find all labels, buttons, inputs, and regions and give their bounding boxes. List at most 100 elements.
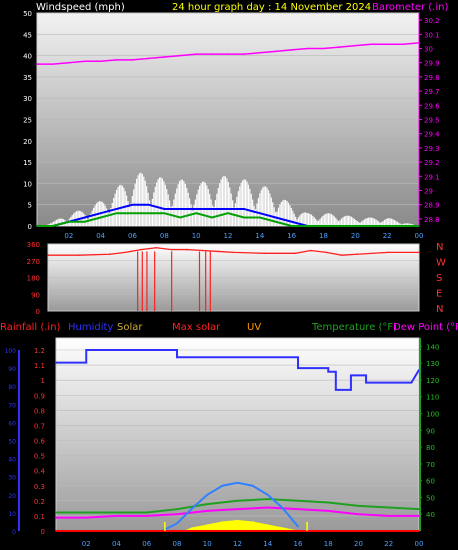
point-direction (155, 246, 158, 249)
point-speed (163, 212, 166, 215)
compass-label-n: N (436, 304, 443, 315)
point-barometer (402, 43, 404, 46)
rain-tick-label: 0.6 (34, 438, 46, 446)
humidity-tick-label: 50 (8, 439, 16, 446)
y-left-tick-label: 270 (27, 258, 40, 266)
point-barometer (322, 47, 325, 50)
point-dew-point (327, 510, 330, 512)
point-temperature (145, 511, 148, 514)
point-dew-point (236, 508, 239, 510)
y-right-tick-label: 28.8 (424, 216, 440, 224)
point-humidity (221, 356, 224, 359)
point-speed (179, 216, 182, 219)
point-max-solar (206, 494, 209, 496)
rain-tick-label: 0.8 (34, 407, 45, 415)
point-humidity (365, 374, 367, 377)
point-barometer (259, 51, 261, 54)
y-right-tick-label: 30.1 (424, 31, 440, 39)
temp-tick-label: 130 (426, 360, 439, 368)
x-tick-label: 08 (160, 232, 169, 240)
point-speed (211, 216, 213, 219)
x-tick-label: 16 (287, 232, 296, 240)
y-right-tick-label: 29.3 (424, 145, 440, 153)
point-average (259, 212, 261, 215)
point-humidity (297, 356, 299, 359)
x-tick-label: 18 (319, 232, 328, 240)
point-barometer (211, 53, 213, 55)
y-left-tick-label: 0 (36, 308, 40, 316)
rain-tick-label: 0.3 (34, 483, 45, 491)
weather-graph-canvas: Windspeed (mph) 24 hour graph day : 14 N… (0, 0, 458, 550)
temp-tick-label: 90 (426, 427, 435, 435)
point-speed (83, 220, 86, 223)
humidity-tick-label: 10 (8, 511, 16, 518)
point-average (115, 208, 118, 210)
point-barometer (179, 54, 182, 57)
point-max-solar (282, 507, 284, 510)
x-tick-label: 12 (233, 540, 242, 548)
x-tick-label: 00 (415, 540, 424, 548)
point-barometer (52, 63, 54, 65)
point-solar (251, 521, 254, 523)
compass-label-e: E (436, 289, 442, 300)
y-left-tick-label: 90 (31, 291, 40, 299)
y-left-tick-label: 20 (23, 138, 32, 146)
point-humidity (297, 367, 299, 369)
legend-temperature: Temperature (°F) (311, 322, 397, 333)
y-left-tick-label: 360 (27, 241, 40, 249)
point-average (99, 212, 102, 215)
point-barometer (83, 60, 86, 63)
point-temperature (266, 498, 269, 500)
point-direction (78, 254, 80, 256)
point-speed (354, 225, 357, 227)
x-tick-label: 06 (142, 540, 151, 548)
point-max-solar (266, 494, 269, 496)
point-speed (68, 220, 70, 223)
environment-panel-background (55, 337, 420, 532)
point-max-solar (251, 484, 254, 487)
temp-tick-label: 40 (426, 511, 435, 519)
point-solar (191, 527, 193, 529)
point-temperature (387, 506, 390, 509)
humidity-tick-label: 30 (8, 475, 16, 482)
point-barometer (99, 60, 102, 63)
point-direction (109, 253, 111, 256)
rain-tick-label: 0.4 (34, 468, 46, 476)
y-left-tick-label: 0 (28, 223, 32, 231)
x-tick-label: 18 (324, 540, 333, 548)
point-barometer (195, 53, 197, 55)
point-humidity (335, 370, 337, 373)
point-average (131, 203, 134, 206)
humidity-tick-label: 20 (8, 493, 16, 500)
point-speed (259, 216, 261, 219)
point-dew-point (357, 513, 360, 516)
rain-tick-label: 0.7 (34, 422, 45, 430)
compass-label-n: N (436, 242, 443, 253)
y-left-tick-label: 15 (23, 159, 32, 167)
point-barometer (274, 50, 277, 53)
x-tick-label: 14 (255, 232, 264, 240)
legend-solar: Solar (117, 322, 143, 333)
compass-label-w: W (436, 258, 446, 269)
y-right-tick-label: 30 (424, 46, 433, 54)
point-speed (243, 216, 245, 219)
point-max-solar (176, 522, 178, 525)
point-humidity (365, 381, 367, 384)
compass-label-s: S (436, 273, 442, 284)
point-humidity (335, 389, 337, 391)
humidity-tick-label: 90 (8, 366, 16, 373)
temp-tick-label: 120 (426, 377, 439, 385)
point-direction (139, 248, 142, 251)
point-direction (186, 248, 188, 251)
point-direction (340, 254, 343, 256)
point-average (227, 208, 229, 210)
point-temperature (236, 499, 239, 502)
barometer-axis-title: Barometer (.in) (372, 2, 448, 13)
point-temperature (297, 499, 299, 502)
point-speed (386, 225, 388, 227)
point-temperature (85, 511, 88, 514)
point-speed (147, 212, 150, 215)
point-speed (306, 225, 309, 227)
point-humidity (85, 349, 88, 351)
weather-graphs: Windspeed (mph) 24 hour graph day : 14 N… (0, 2, 458, 548)
